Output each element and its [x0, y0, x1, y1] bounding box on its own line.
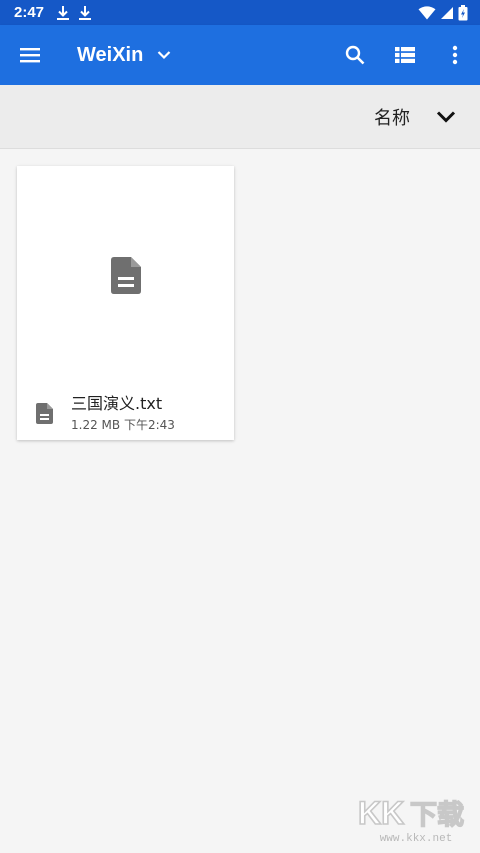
battery-icon: [458, 4, 468, 20]
wifi-icon: [418, 5, 436, 19]
watermark-url: www.kkx.net: [379, 833, 453, 845]
download-notifications: [56, 5, 92, 21]
sort-order-button[interactable]: [436, 110, 456, 124]
view-toggle-button[interactable]: [380, 25, 430, 85]
sort-label[interactable]: 名称: [374, 104, 410, 130]
svg-text:下载: 下载: [410, 800, 464, 831]
menu-button[interactable]: [0, 25, 60, 85]
sort-bar: 名称: [0, 85, 480, 149]
file-modified-time: 下午2:43: [123, 417, 175, 432]
file-info: 三国演义.txt 1.22 MB 下午2:43: [71, 394, 175, 433]
more-vert-icon: [452, 45, 458, 65]
app-bar-actions: [330, 25, 480, 85]
document-icon: [35, 402, 53, 424]
list-view-icon: [395, 47, 415, 63]
app-title: WeiXin: [77, 43, 144, 66]
download-icon: [57, 5, 70, 20]
file-card[interactable]: 三国演义.txt 1.22 MB 下午2:43: [17, 166, 234, 440]
file-name: 三国演义.txt: [71, 393, 163, 413]
chevron-down-icon: [436, 110, 456, 123]
cell-signal-icon: [441, 6, 453, 19]
document-icon: [110, 256, 141, 294]
status-bar: 2:47: [0, 0, 480, 25]
folder-selector[interactable]: WeiXin: [77, 44, 171, 67]
search-button[interactable]: [330, 25, 380, 85]
watermark: KK 下载 www.kkx.net: [356, 795, 476, 851]
file-size: 1.22 MB: [71, 417, 121, 432]
chevron-down-icon: [157, 50, 171, 60]
search-icon: [345, 45, 365, 65]
more-options-button[interactable]: [430, 25, 480, 85]
file-meta: 1.22 MB 下午2:43: [71, 416, 175, 433]
app-bar: WeiXin: [0, 25, 480, 85]
download-icon: [79, 5, 92, 20]
file-thumbnail: [17, 166, 234, 384]
system-status: [418, 4, 468, 21]
svg-text:KK: KK: [358, 795, 404, 831]
watermark-logo: KK 下载: [356, 795, 476, 831]
menu-icon: [20, 48, 40, 63]
status-time: 2:47: [14, 4, 45, 21]
file-type-icon: [17, 402, 71, 424]
file-card-footer: 三国演义.txt 1.22 MB 下午2:43: [17, 388, 234, 438]
